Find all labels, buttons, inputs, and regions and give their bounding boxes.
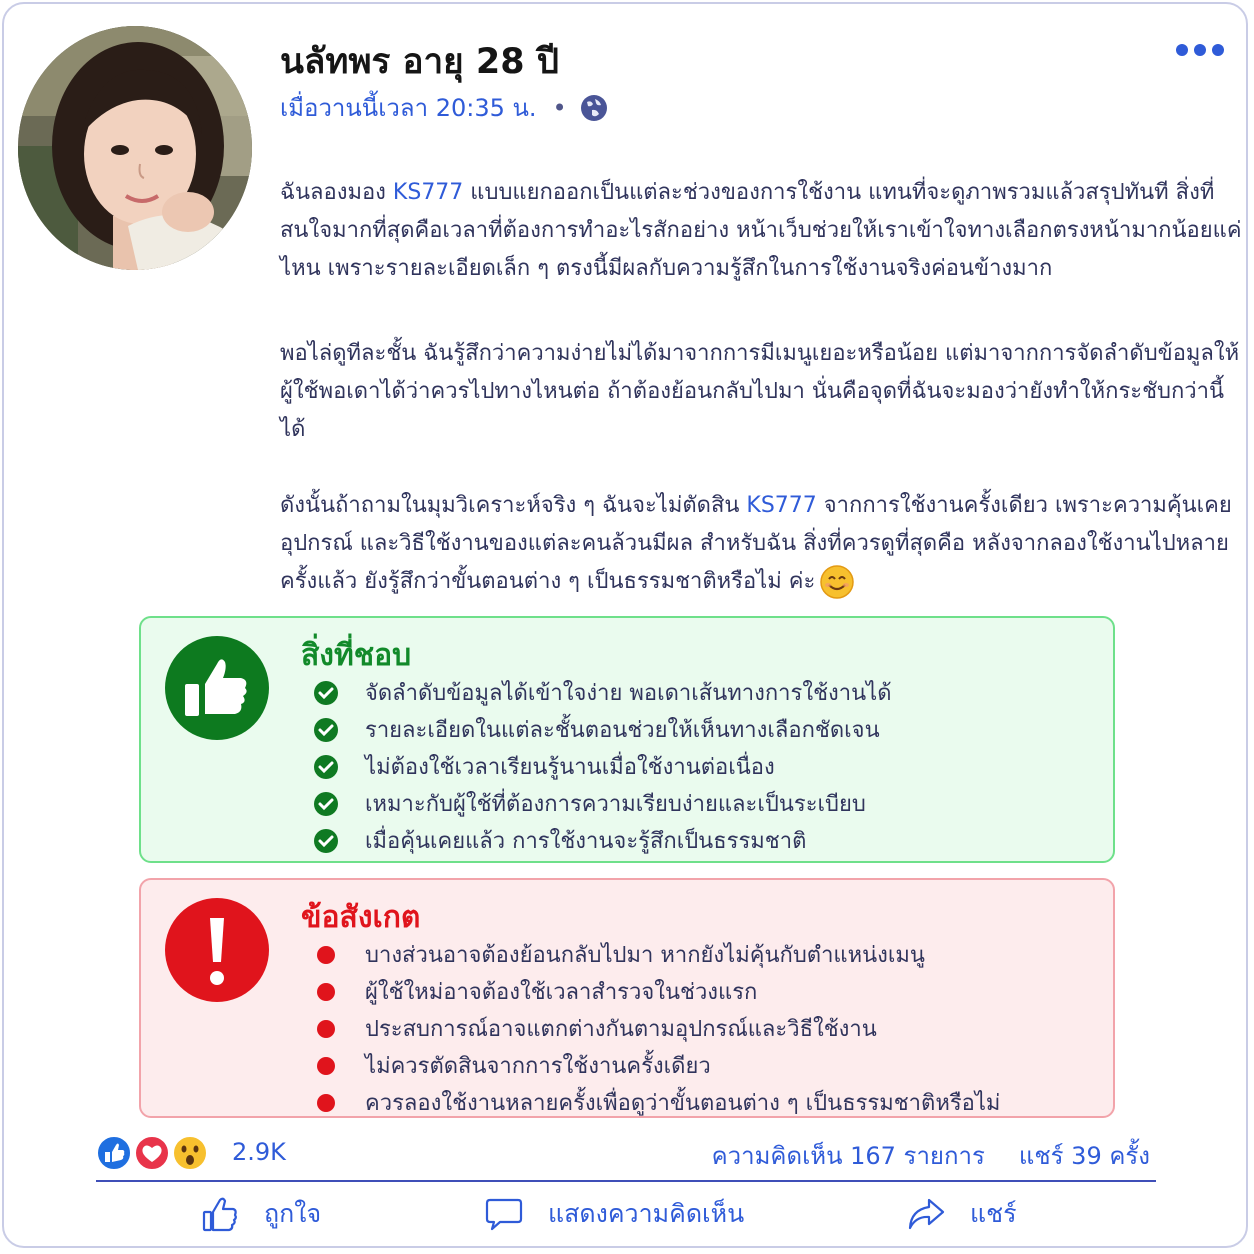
comment-button[interactable]: แสดงความคิดเห็น [484, 1194, 744, 1234]
likes-title: สิ่งที่ชอบ [301, 638, 412, 673]
thumbs-up-outline-icon [202, 1197, 237, 1232]
check-circle-icon [314, 754, 338, 779]
item-text: เหมาะกับผู้ใช้ที่ต้องการความเรียบง่ายและ… [365, 792, 866, 817]
like-button[interactable]: ถูกใจ [200, 1194, 321, 1234]
item-text: เมื่อคุ้นเคยแล้ว การใช้งานจะรู้สึกเป็นธร… [365, 829, 807, 854]
post-paragraph-3: ดังนั้นถ้าถามในมุมวิเคราะห์จริง ๆ ฉันจะไ… [280, 487, 1245, 601]
red-dot-icon [317, 1093, 335, 1112]
brand-link[interactable]: KS777 [746, 493, 816, 518]
thumbs-up-icon [165, 636, 269, 740]
red-dot-icon [317, 982, 335, 1001]
paragraph-text: ดังนั้นถ้าถามในมุมวิเคราะห์จริง ๆ ฉันจะไ… [280, 493, 747, 518]
like-item: ไม่ต้องใช้เวลาเรียนรู้นานเมื่อใช้งานต่อเ… [313, 748, 892, 785]
like-label: ถูกใจ [264, 1199, 322, 1228]
likes-box: สิ่งที่ชอบ จัดลำดับข้อมูลได้เข้าใจง่าย พ… [139, 616, 1115, 863]
item-text: รายละเอียดในแต่ละชั้นตอนช่วยให้เห็นทางเล… [365, 718, 880, 743]
red-dot-icon [317, 1019, 335, 1038]
author-avatar[interactable] [18, 26, 252, 270]
like-item: รายละเอียดในแต่ละชั้นตอนช่วยให้เห็นทางเล… [313, 711, 892, 748]
red-dot-icon [317, 1056, 335, 1075]
notes-box: ข้อสังเกต บางส่วนอาจต้องย้อนกลับไปมา หาก… [139, 878, 1115, 1118]
like-item: เหมาะกับผู้ใช้ที่ต้องการความเรียบง่ายและ… [313, 785, 892, 822]
notes-title: ข้อสังเกต [301, 900, 421, 935]
notes-list: บางส่วนอาจต้องย้อนกลับไปมา หากยังไม่คุ้น… [313, 936, 1000, 1121]
love-reaction-icon [134, 1135, 170, 1171]
speech-bubble-icon [485, 1198, 523, 1231]
like-item: เมื่อคุ้นเคยแล้ว การใช้งานจะรู้สึกเป็นธร… [313, 822, 892, 859]
check-circle-icon [314, 791, 338, 816]
like-reaction-icon [96, 1135, 132, 1171]
check-circle-icon [314, 680, 338, 705]
item-text: ประสบการณ์อาจแตกต่างกันตามอุปกรณ์และวิธี… [365, 1017, 877, 1042]
post-timestamp[interactable]: เมื่อวานนี้เวลา 20:35 น. [280, 88, 537, 127]
reaction-count[interactable]: 2.9K [232, 1138, 286, 1166]
comment-count[interactable]: ความคิดเห็น 167 รายการ [712, 1142, 985, 1170]
note-item: ประสบการณ์อาจแตกต่างกันตามอุปกรณ์และวิธี… [313, 1010, 1000, 1047]
note-item: บางส่วนอาจต้องย้อนกลับไปมา หากยังไม่คุ้น… [313, 936, 1000, 973]
post-meta: เมื่อวานนี้เวลา 20:35 น. • [280, 88, 609, 127]
reactions-summary[interactable] [96, 1134, 216, 1172]
meta-separator: • [552, 93, 567, 122]
globe-icon [580, 94, 607, 121]
note-item: ควรลองใช้งานหลายครั้งเพื่อดูว่าขั้นตอนต่… [313, 1084, 1000, 1121]
exclamation-icon [165, 898, 269, 1002]
item-text: บางส่วนอาจต้องย้อนกลับไปมา หากยังไม่คุ้น… [365, 943, 925, 968]
comment-label: แสดงความคิดเห็น [548, 1199, 745, 1228]
action-divider [96, 1180, 1156, 1182]
paragraph-text: ฉันลองมอง [280, 180, 393, 205]
likes-list: จัดลำดับข้อมูลได้เข้าใจง่าย พอเดาเส้นทาง… [313, 674, 892, 859]
share-count[interactable]: แชร์ 39 ครั้ง [1019, 1142, 1150, 1170]
note-item: ไม่ควรตัดสินจากการใช้งานครั้งเดียว [313, 1047, 1000, 1084]
engagement-stats: ความคิดเห็น 167 รายการ แชร์ 39 ครั้ง [678, 1136, 1150, 1175]
like-item: จัดลำดับข้อมูลได้เข้าใจง่าย พอเดาเส้นทาง… [313, 674, 892, 711]
profile-photo [18, 26, 252, 270]
brand-link[interactable]: KS777 [393, 180, 463, 205]
smiling-face-icon [820, 565, 855, 599]
share-label: แชร์ [970, 1199, 1017, 1228]
note-item: ผู้ใช้ใหม่อาจต้องใช้เวลาสำรวจในช่วงแรก [313, 973, 1000, 1010]
more-options-icon[interactable] [1174, 40, 1226, 60]
red-dot-icon [317, 945, 335, 964]
item-text: ไม่ต้องใช้เวลาเรียนรู้นานเมื่อใช้งานต่อเ… [365, 755, 775, 780]
share-button[interactable]: แชร์ [906, 1194, 1017, 1234]
check-circle-icon [314, 717, 338, 742]
share-arrow-icon [908, 1198, 945, 1230]
check-circle-icon [314, 828, 338, 853]
item-text: จัดลำดับข้อมูลได้เข้าใจง่าย พอเดาเส้นทาง… [365, 681, 892, 706]
post-paragraph-2: พอไล่ดูทีละชั้น ฉันรู้สึกว่าความง่ายไม่ไ… [280, 341, 1240, 442]
item-text: ควรลองใช้งานหลายครั้งเพื่อดูว่าขั้นตอนต่… [365, 1091, 1001, 1116]
item-text: ไม่ควรตัดสินจากการใช้งานครั้งเดียว [365, 1054, 711, 1079]
wow-reaction-icon [172, 1135, 208, 1171]
post-paragraph-1: ฉันลองมอง KS777 แบบแยกออกเป็นแต่ละช่วงขอ… [280, 174, 1245, 288]
author-name[interactable]: นลัทพร อายุ 28 ปี [280, 34, 559, 89]
item-text: ผู้ใช้ใหม่อาจต้องใช้เวลาสำรวจในช่วงแรก [365, 980, 758, 1005]
